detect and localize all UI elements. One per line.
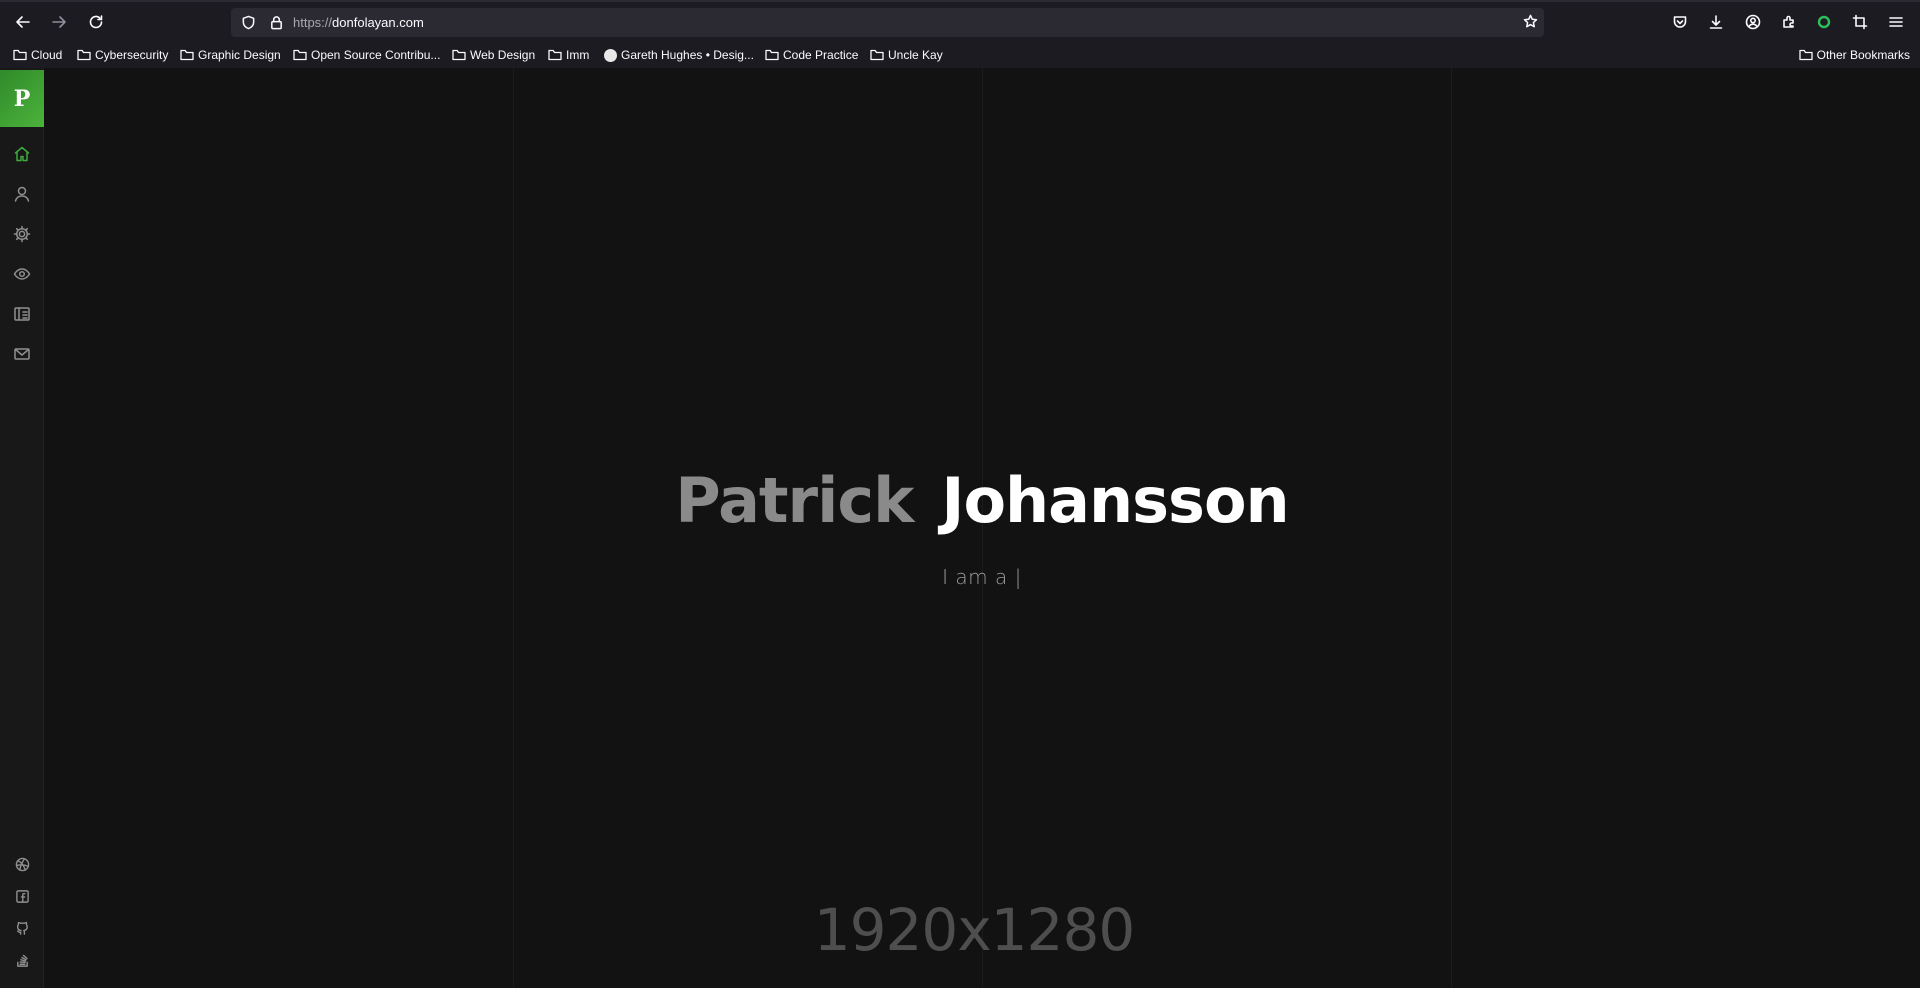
bookmark-item[interactable]: Cybersecurity [77,46,168,64]
page-content: P Patrick Johansson I am a | 1920x1280 [0,68,1920,988]
folder-icon [452,49,466,61]
bookmark-item[interactable]: Gareth Hughes • Desig... [604,46,754,64]
url-protocol: https:// [293,15,333,30]
bookmark-label: Cloud [31,48,63,62]
user-icon[interactable] [11,183,33,205]
site-logo[interactable]: P [0,70,44,127]
url-text[interactable]: https://donfolayan.com [293,15,424,30]
extensions-icon[interactable] [1779,12,1799,32]
first-name: Patrick [675,464,914,537]
folder-icon [1798,49,1813,61]
folder-icon [13,49,27,61]
folder-icon [293,49,307,61]
pocket-icon[interactable] [1670,12,1690,32]
bookmark-item[interactable]: Open Source Contribu... [293,46,440,64]
dribbble-icon[interactable] [11,853,33,875]
portfolio-icon[interactable] [11,303,33,325]
download-icon[interactable] [1706,12,1726,32]
bookmark-item[interactable]: Graphic Design [180,46,281,64]
bookmark-label: Gareth Hughes • Desig... [621,48,754,62]
bookmark-label: Code Practice [783,48,859,62]
bookmark-item[interactable]: Uncle Kay [870,46,943,64]
bookmark-label: Imm [566,48,590,62]
folder-icon [77,49,91,61]
last-name: Johansson [941,464,1289,537]
bookmark-item[interactable]: Web Design [452,46,535,64]
bookmarks-toolbar: Cloud Cybersecurity Graphic Design Open … [0,42,1920,68]
bookmark-label: Open Source Contribu... [311,48,441,62]
reload-icon [89,15,103,29]
folder-icon [180,49,194,61]
account-icon[interactable] [1743,12,1763,32]
typing-subtitle: I am a | [942,565,1022,589]
forward-arrow-icon [52,16,66,28]
folder-icon [765,49,779,61]
lock-icon[interactable] [269,15,284,35]
reload-button[interactable] [84,10,108,34]
extension-green-icon[interactable] [1814,12,1834,32]
crop-icon[interactable] [1850,12,1870,32]
eye-icon[interactable] [11,263,33,285]
bookmark-label: Uncle Kay [888,48,943,62]
forward-button[interactable] [47,10,71,34]
bookmark-item[interactable]: Imm [548,46,589,64]
other-bookmarks[interactable]: Other Bookmarks [1798,46,1910,64]
folder-icon [870,49,884,61]
site-favicon [604,48,617,62]
back-arrow-icon [16,16,30,28]
image-placeholder-label: 1920x1280 [813,896,1136,964]
other-bookmarks-label: Other Bookmarks [1816,48,1910,62]
settings-icon[interactable] [11,223,33,245]
folder-icon [548,49,562,61]
back-button[interactable] [11,10,35,34]
home-icon[interactable] [11,143,33,165]
bookmark-star-icon[interactable] [1523,14,1538,34]
url-host: donfolayan.com [332,15,424,30]
browser-toolbar: https://donfolayan.com [0,0,1920,42]
menu-icon[interactable] [1886,12,1906,32]
bookmark-item[interactable]: Code Practice [765,46,858,64]
url-bar[interactable]: https://donfolayan.com [231,8,1544,37]
bookmark-label: Cybersecurity [95,48,169,62]
mail-icon[interactable] [11,343,33,365]
bookmark-item[interactable]: Cloud [13,46,62,64]
hero-name: Patrick Johansson [0,464,1920,537]
bookmark-label: Graphic Design [198,48,281,62]
bookmark-label: Web Design [470,48,536,62]
tracking-shield-icon[interactable] [241,15,256,35]
